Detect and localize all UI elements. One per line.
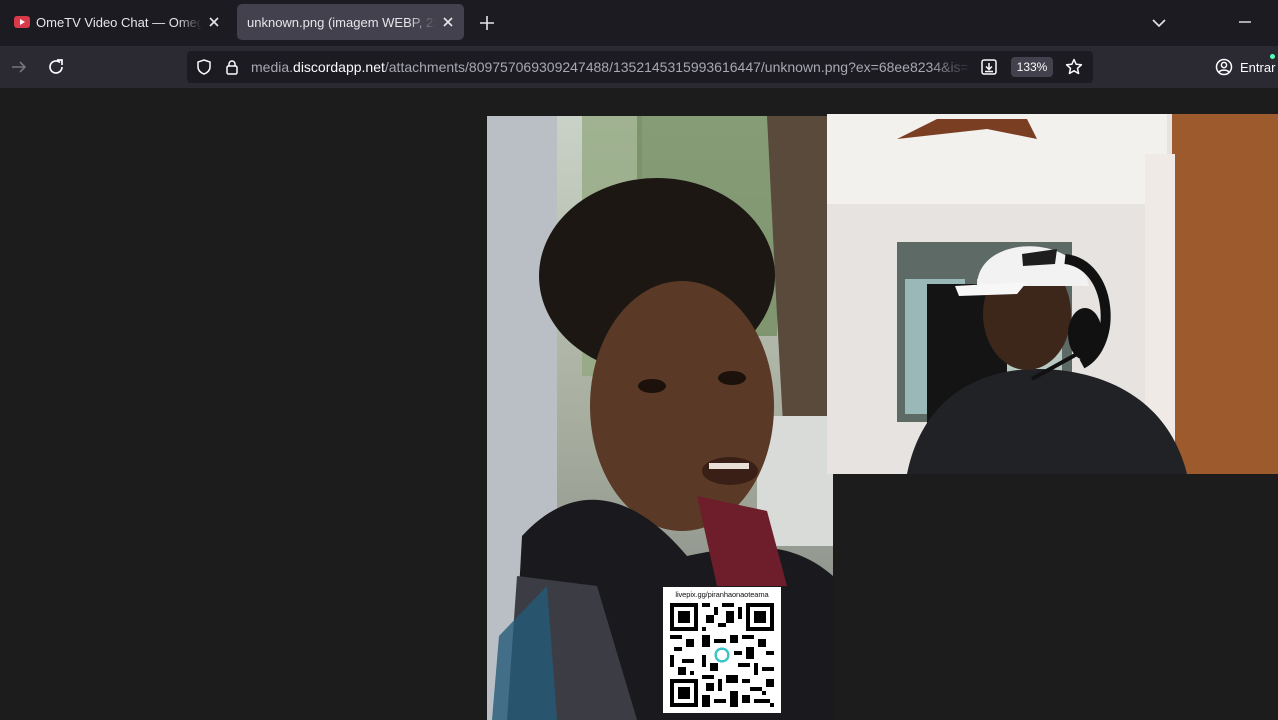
reload-icon[interactable]	[45, 56, 67, 78]
chevron-down-icon[interactable]	[1150, 14, 1168, 32]
qr-code-card: livepix.gg/piranhaonaoteama	[663, 587, 781, 713]
new-tab-plus-icon[interactable]	[477, 13, 497, 33]
url-path: /attachments/809757069309247488/13521453…	[384, 59, 969, 75]
save-to-pocket-download-icon[interactable]	[980, 58, 998, 76]
bookmark-star-icon[interactable]	[1064, 57, 1084, 77]
sign-in-label: Entrar	[1240, 59, 1276, 75]
qr-caption: livepix.gg/piranhaonaoteama	[675, 590, 769, 599]
lock-icon[interactable]	[223, 58, 241, 76]
url-host-prefix: media.	[251, 59, 294, 75]
address-bar[interactable]: media.discordapp.net/attachments/8097570…	[187, 51, 1093, 83]
left-video-feed-image	[487, 116, 833, 720]
browser-window: OmeTV Video Chat — Omegle Alternative un…	[0, 0, 1278, 720]
tab-unknown-png[interactable]: unknown.png (imagem WEBP, 2520 × 1418 pi…	[237, 4, 464, 40]
qr-code-icon	[670, 603, 774, 707]
tab-title: unknown.png (imagem WEBP, 2520 × 1418 pi…	[247, 14, 436, 30]
tracking-protection-shield-icon[interactable]	[195, 58, 213, 76]
zoom-level-button[interactable]: 133%	[1011, 57, 1053, 77]
minimize-icon[interactable]	[1237, 14, 1253, 30]
close-icon[interactable]	[440, 14, 456, 30]
close-icon[interactable]	[206, 14, 222, 30]
url-text[interactable]: media.discordapp.net/attachments/8097570…	[251, 59, 973, 77]
notification-dot	[1270, 54, 1275, 59]
right-video-feed-image	[827, 114, 1278, 474]
tab-ometv[interactable]: OmeTV Video Chat — Omegle Alternative	[4, 4, 230, 40]
url-domain: discordapp.net	[293, 59, 385, 75]
tab-strip: OmeTV Video Chat — Omegle Alternative un…	[0, 0, 1278, 46]
navigation-toolbar: media.discordapp.net/attachments/8097570…	[0, 46, 1278, 88]
account-icon	[1215, 58, 1233, 76]
image-viewer: livepix.gg/piranhaonaoteama	[0, 88, 1278, 720]
ometv-favicon-icon	[14, 16, 30, 28]
sign-in-button[interactable]: Entrar	[1207, 52, 1277, 82]
forward-arrow-icon[interactable]	[8, 56, 30, 78]
tab-title: OmeTV Video Chat — Omegle Alternative	[36, 14, 202, 30]
